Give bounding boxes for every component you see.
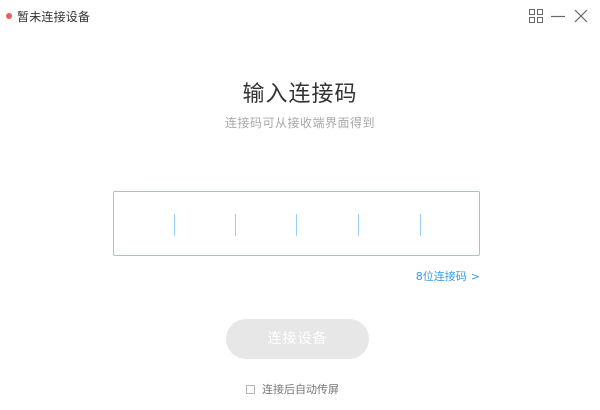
close-icon: [574, 9, 588, 23]
minimize-icon: [551, 15, 565, 18]
page-subtitle: 连接码可从接收端界面得到: [224, 116, 375, 130]
window-title: 暂未连接设备: [17, 10, 91, 24]
page-title: 输入连接码: [242, 82, 358, 107]
connection-code-input[interactable]: [113, 191, 480, 256]
grid-view-button[interactable]: [527, 7, 545, 25]
grid-icon: [529, 9, 543, 23]
app-window: 暂未连接设备 输入连接码 连接码可从接收端界面得到 8位连接码 > 连接设备 连…: [0, 0, 600, 410]
code-slot-divider: [174, 214, 175, 236]
connect-device-button[interactable]: 连接设备: [226, 319, 369, 359]
title-bar: 暂未连接设备: [0, 0, 600, 34]
chevron-right-icon: >: [470, 270, 480, 283]
close-button[interactable]: [572, 7, 590, 25]
minimize-button[interactable]: [549, 7, 567, 25]
code-slot-divider: [420, 214, 421, 236]
code-length-link[interactable]: 8位连接码 >: [416, 268, 480, 284]
auto-cast-label: 连接后自动传屏: [262, 383, 339, 396]
auto-cast-checkbox[interactable]: [246, 385, 255, 394]
code-slot-divider: [235, 214, 236, 236]
code-slot-divider: [296, 214, 297, 236]
code-slot-divider: [358, 214, 359, 236]
status-dot-icon: [6, 13, 12, 19]
code-length-link-label: 8位连接码: [415, 270, 467, 283]
